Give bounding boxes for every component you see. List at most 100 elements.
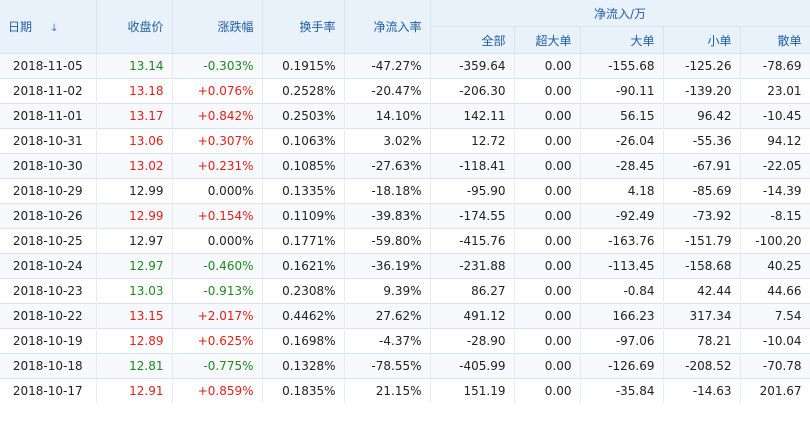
cell-date: 2018-10-30: [0, 153, 97, 179]
table-row: 2018-10-24 12.97 -0.460% 0.1621% -36.19% -231…: [0, 253, 810, 279]
cell-close: 13.03: [96, 278, 173, 304]
header-close[interactable]: 收盘价: [96, 0, 173, 54]
cell-net-inflow-all: 12.72: [430, 128, 515, 154]
cell-net-inflow-rate: -20.47%: [344, 78, 431, 104]
cell-large: 56.15: [580, 103, 664, 129]
cell-net-inflow-rate: -78.55%: [344, 353, 431, 379]
cell-date: 2018-10-24: [0, 253, 97, 279]
cell-small: -73.92: [663, 203, 741, 229]
cell-close: 12.99: [96, 178, 173, 204]
cell-close: 13.18: [96, 78, 173, 104]
cell-large: -113.45: [580, 253, 664, 279]
sort-desc-icon[interactable]: ↓: [50, 23, 58, 34]
cell-date: 2018-10-23: [0, 278, 97, 304]
header-net-inflow-group: 净流入/万: [430, 0, 810, 27]
cell-change-pct: +0.231%: [172, 153, 263, 179]
cell-turnover: 0.4462%: [262, 303, 345, 329]
cell-small: -158.68: [663, 253, 741, 279]
cell-net-inflow-rate: 14.10%: [344, 103, 431, 129]
header-turnover[interactable]: 换手率: [262, 0, 345, 54]
header-date[interactable]: 日期 ↓: [0, 0, 97, 54]
cell-large: -126.69: [580, 353, 664, 379]
cell-small: -14.63: [663, 378, 741, 403]
table-row: 2018-10-18 12.81 -0.775% 0.1328% -78.55% -405…: [0, 353, 810, 379]
cell-super-large: 0.00: [514, 78, 581, 104]
cell-change-pct: 0.000%: [172, 228, 263, 254]
cell-super-large: 0.00: [514, 128, 581, 154]
cell-close: 12.91: [96, 378, 173, 403]
cell-net-inflow-all: -206.30: [430, 78, 515, 104]
header-large[interactable]: 大单: [580, 26, 664, 54]
cell-date: 2018-10-31: [0, 128, 97, 154]
cell-small: -125.26: [663, 53, 741, 79]
cell-net-inflow-all: -415.76: [430, 228, 515, 254]
cell-change-pct: +0.625%: [172, 328, 263, 354]
cell-change-pct: +0.859%: [172, 378, 263, 403]
cell-date: 2018-11-02: [0, 78, 97, 104]
cell-change-pct: +0.842%: [172, 103, 263, 129]
header-small[interactable]: 小单: [663, 26, 741, 54]
cell-close: 12.89: [96, 328, 173, 354]
cell-net-inflow-rate: 27.62%: [344, 303, 431, 329]
cell-turnover: 0.2308%: [262, 278, 345, 304]
table-body: 2018-11-05 13.14 -0.303% 0.1915% -47.27% -359…: [0, 53, 810, 403]
cell-change-pct: -0.460%: [172, 253, 263, 279]
cell-turnover: 0.1328%: [262, 353, 345, 379]
cell-retail: 23.01: [740, 78, 810, 104]
cell-net-inflow-rate: -18.18%: [344, 178, 431, 204]
cell-retail: -8.15: [740, 203, 810, 229]
cell-net-inflow-all: -359.64: [430, 53, 515, 79]
cell-net-inflow-all: -231.88: [430, 253, 515, 279]
cell-large: -26.04: [580, 128, 664, 154]
cell-retail: -78.69: [740, 53, 810, 79]
table-row: 2018-10-30 13.02 +0.231% 0.1085% -27.63% -118…: [0, 153, 810, 179]
fund-flow-table: 日期 ↓ 收盘价 涨跌幅 换手率 净流入率 净流入/万 全部 超大单 大单 小单 …: [0, 0, 810, 403]
cell-date: 2018-10-19: [0, 328, 97, 354]
header-super-large[interactable]: 超大单: [514, 26, 581, 54]
cell-close: 13.17: [96, 103, 173, 129]
cell-close: 13.02: [96, 153, 173, 179]
cell-large: -92.49: [580, 203, 664, 229]
cell-net-inflow-rate: -47.27%: [344, 53, 431, 79]
header-change-pct[interactable]: 涨跌幅: [172, 0, 263, 54]
cell-turnover: 0.1109%: [262, 203, 345, 229]
cell-super-large: 0.00: [514, 203, 581, 229]
cell-net-inflow-rate: 21.15%: [344, 378, 431, 403]
cell-large: -0.84: [580, 278, 664, 304]
cell-change-pct: -0.303%: [172, 53, 263, 79]
cell-retail: -10.04: [740, 328, 810, 354]
cell-date: 2018-11-01: [0, 103, 97, 129]
cell-retail: 94.12: [740, 128, 810, 154]
cell-super-large: 0.00: [514, 328, 581, 354]
cell-close: 12.81: [96, 353, 173, 379]
cell-close: 12.99: [96, 203, 173, 229]
cell-large: 4.18: [580, 178, 664, 204]
cell-close: 12.97: [96, 253, 173, 279]
cell-turnover: 0.2528%: [262, 78, 345, 104]
table-row: 2018-10-17 12.91 +0.859% 0.1835% 21.15% 151.1…: [0, 378, 810, 403]
header-retail[interactable]: 散单: [740, 26, 810, 54]
cell-net-inflow-all: -118.41: [430, 153, 515, 179]
cell-change-pct: -0.913%: [172, 278, 263, 304]
cell-net-inflow-all: -174.55: [430, 203, 515, 229]
cell-date: 2018-10-22: [0, 303, 97, 329]
cell-super-large: 0.00: [514, 178, 581, 204]
cell-super-large: 0.00: [514, 303, 581, 329]
cell-turnover: 0.1085%: [262, 153, 345, 179]
cell-large: 166.23: [580, 303, 664, 329]
table-row: 2018-11-01 13.17 +0.842% 0.2503% 14.10% 142.1…: [0, 103, 810, 129]
table-row: 2018-10-23 13.03 -0.913% 0.2308% 9.39% 86.27 0…: [0, 278, 810, 304]
cell-net-inflow-all: -95.90: [430, 178, 515, 204]
cell-large: -163.76: [580, 228, 664, 254]
cell-large: -28.45: [580, 153, 664, 179]
cell-small: -85.69: [663, 178, 741, 204]
header-all[interactable]: 全部: [430, 26, 515, 54]
table-row: 2018-10-25 12.97 0.000% 0.1771% -59.80% -415.…: [0, 228, 810, 254]
cell-net-inflow-rate: -36.19%: [344, 253, 431, 279]
cell-retail: 40.25: [740, 253, 810, 279]
cell-change-pct: +0.154%: [172, 203, 263, 229]
cell-super-large: 0.00: [514, 53, 581, 79]
cell-turnover: 0.1698%: [262, 328, 345, 354]
cell-small: -55.36: [663, 128, 741, 154]
header-net-inflow-rate[interactable]: 净流入率: [344, 0, 431, 54]
